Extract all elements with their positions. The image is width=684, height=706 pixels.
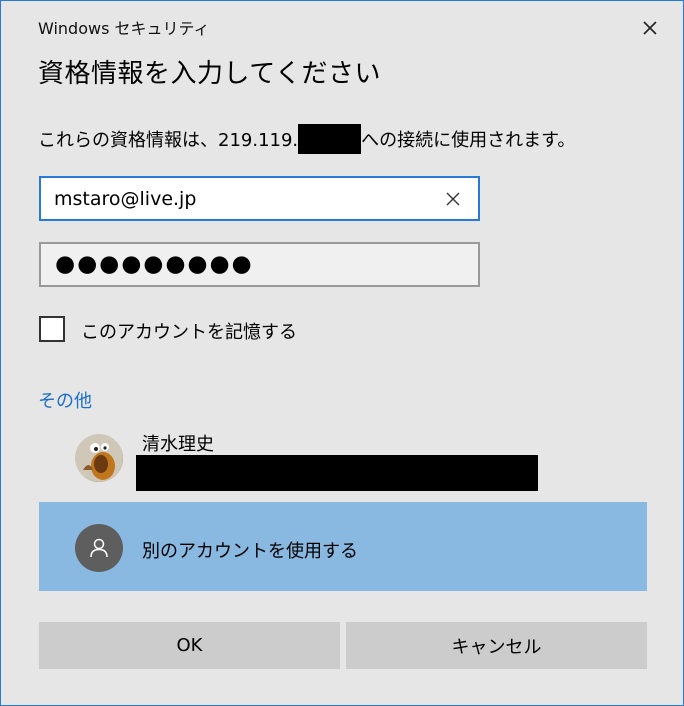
window-title: Windows セキュリティ [38,19,210,38]
password-field[interactable]: ●●●●●●●●● [39,242,480,287]
close-icon [643,21,657,35]
password-masked: ●●●●●●●●● [55,251,254,277]
connection-description: これらの資格情報は、219.119. への接続に使用されます。 [38,124,575,154]
close-button[interactable] [637,15,663,41]
saved-account-row[interactable]: 清水理史 [39,424,647,494]
clear-icon [446,192,460,205]
cancel-button[interactable]: キャンセル [346,622,647,669]
remember-checkbox[interactable] [39,316,65,342]
clear-username-button[interactable] [436,180,470,218]
use-other-account-row[interactable]: 別のアカウントを使用する [39,502,647,591]
redacted-account-email [136,455,538,491]
use-other-account-label: 別のアカウントを使用する [142,541,358,562]
saved-account-name: 清水理史 [142,434,214,455]
generic-user-avatar [75,524,123,572]
dialog-heading: 資格情報を入力してください [38,59,381,89]
remember-label[interactable]: このアカウントを記憶する [81,318,297,344]
username-field[interactable] [39,176,480,221]
user-icon [90,538,108,558]
username-input[interactable] [41,178,436,219]
description-prefix: これらの資格情報は、219.119. [38,130,299,151]
other-section-link[interactable]: その他 [38,387,92,413]
redacted-ip [298,124,362,154]
ok-button[interactable]: OK [39,622,340,669]
credential-dialog: Windows セキュリティ 資格情報を入力してください これらの資格情報は、2… [0,0,684,706]
avatar-photo-icon [75,434,123,482]
avatar [75,434,123,482]
description-suffix: への接続に使用されます。 [361,130,576,151]
